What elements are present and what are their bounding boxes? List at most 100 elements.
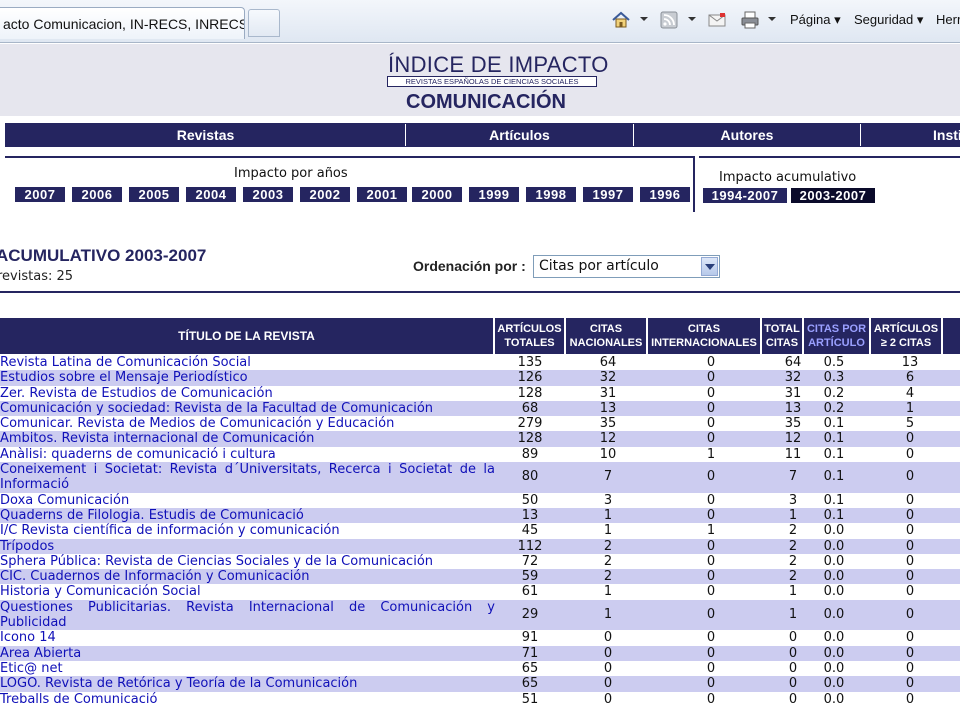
cell-a2: 1 [905, 400, 915, 416]
table-row: Estudios sobre el Mensaje Periodístico 12… [0, 370, 960, 386]
journal-title-link[interactable]: Anàlisi: quaderns de comunicació i cultu… [0, 447, 495, 462]
home-dropdown-icon[interactable] [640, 17, 648, 21]
security-menu[interactable]: Seguridad ▾ [854, 12, 923, 28]
year-2003-button[interactable]: 2003 [243, 187, 293, 202]
cell-cpa: 0.0 [823, 630, 845, 646]
year-2005-button[interactable]: 2005 [129, 187, 179, 202]
cell-a2: 13 [901, 355, 919, 370]
cell-a2: 0 [905, 606, 915, 622]
cell-a2: 0 [905, 569, 915, 585]
col-citas-internacionales[interactable]: Citas internacionales [648, 318, 762, 354]
nav-autores[interactable]: Autores [634, 124, 861, 146]
journal-title-link[interactable]: Trípodos [0, 539, 495, 554]
journal-title-link[interactable]: Area Abierta [0, 646, 495, 661]
chevron-down-icon[interactable] [701, 257, 718, 276]
cell-nac: 7 [603, 469, 613, 485]
acum-2003-2007-button[interactable]: 2003-2007 [791, 188, 875, 203]
journal-title-link[interactable]: Quaderns de Filologia. Estudis de Comuni… [0, 508, 495, 523]
journal-title-link[interactable]: Historia y Comunicación Social [0, 584, 495, 599]
journal-title-link[interactable]: LOGO. Revista de Retórica y Teoría de la… [0, 676, 495, 691]
cell-nac: 12 [599, 431, 617, 447]
cell-nac: 0 [603, 630, 613, 646]
cell-cpa: 0.0 [823, 523, 845, 539]
cell-nac: 32 [599, 370, 617, 386]
year-2002-button[interactable]: 2002 [300, 187, 350, 202]
tools-menu[interactable]: Herr [936, 12, 960, 27]
cell-int: 0 [706, 606, 716, 622]
table-row: Zer. Revista de Estudios de Comunicación… [0, 385, 960, 401]
journal-title-link[interactable]: I/C Revista científica de información y … [0, 523, 495, 538]
journal-title-link[interactable]: Comunicar. Revista de Medios de Comunica… [0, 416, 495, 431]
cell-nac: 13 [599, 400, 617, 416]
journal-title-link[interactable]: Questiones Publicitarias. Revista Intern… [0, 600, 495, 631]
cell-nac: 1 [603, 523, 613, 539]
year-2000-button[interactable]: 2000 [412, 187, 462, 202]
year-2006-button[interactable]: 2006 [72, 187, 122, 202]
table-row: Comunicación y sociedad: Revista de la F… [0, 400, 960, 417]
col-title[interactable]: Título de la revista [0, 318, 495, 354]
cell-int: 0 [706, 676, 716, 692]
year-2007-button[interactable]: 2007 [15, 187, 65, 202]
page-menu[interactable]: Página ▾ [790, 12, 841, 28]
nav-revistas[interactable]: Revistas [6, 124, 406, 146]
journal-title-link[interactable]: Icono 14 [0, 630, 495, 645]
cell-art: 80 [521, 469, 539, 485]
col-articulos-2-citas[interactable]: Artículos ≥ 2 citas [871, 318, 943, 354]
acum-label: Impacto acumulativo [719, 170, 857, 185]
new-tab-button[interactable] [248, 9, 280, 37]
cell-nac: 2 [603, 553, 613, 569]
feeds-dropdown-icon[interactable] [688, 17, 696, 21]
journal-title-link[interactable]: Zer. Revista de Estudios de Comunicación [0, 386, 495, 401]
sort-select[interactable]: Citas por artículo [533, 255, 720, 278]
journal-title-link[interactable]: Coneixement i Societat: Revista d´Univer… [0, 462, 495, 493]
cell-a2: 0 [905, 538, 915, 554]
journal-title-link[interactable]: Treballs de Comunicació [0, 692, 495, 707]
acum-1994-2007-button[interactable]: 1994-2007 [703, 188, 787, 203]
col-articulos-totales[interactable]: Artículos totales [495, 318, 566, 354]
cell-nac: 1 [603, 507, 613, 523]
year-1997-button[interactable]: 1997 [583, 187, 633, 202]
cell-art: 61 [521, 584, 539, 600]
table-row: I/C Revista científica de información y … [0, 523, 960, 539]
sort-select-value: Citas por artículo [539, 258, 659, 274]
journal-title-link[interactable]: Revista Latina de Comunicación Social [0, 355, 495, 370]
year-2001-button[interactable]: 2001 [357, 187, 407, 202]
year-1998-button[interactable]: 1998 [526, 187, 576, 202]
journal-title-link[interactable]: Estudios sobre el Mensaje Periodístico [0, 370, 495, 385]
col-total-citas[interactable]: Total citas [762, 318, 804, 354]
year-2004-button[interactable]: 2004 [186, 187, 236, 202]
print-dropdown-icon[interactable] [768, 17, 776, 21]
year-1999-button[interactable]: 1999 [469, 187, 519, 202]
cell-cpa: 0.0 [823, 606, 845, 622]
journal-title-link[interactable]: Comunicación y sociedad: Revista de la F… [0, 401, 495, 416]
journal-title-link[interactable]: Etic@ net [0, 661, 495, 676]
year-1996-button[interactable]: 1996 [640, 187, 690, 202]
print-icon[interactable] [740, 10, 760, 30]
nav-instituciones[interactable]: Insti [861, 124, 960, 146]
col-citas-por-articulo[interactable]: Citas por artículo [804, 318, 871, 354]
cell-nac: 64 [599, 355, 617, 370]
cell-int: 0 [706, 645, 716, 661]
home-icon[interactable] [611, 10, 631, 30]
cell-art: 68 [521, 400, 539, 416]
journal-title-link[interactable]: Sphera Pública: Revista de Ciencias Soci… [0, 554, 495, 569]
table-row: Etic@ net 65 0 0 0 0.0 0 [0, 660, 960, 677]
journal-title-link[interactable]: CIC. Cuadernos de Información y Comunica… [0, 569, 495, 584]
sort-label: Ordenación por : [413, 258, 526, 274]
nav-articulos[interactable]: Artículos [406, 124, 634, 146]
browser-tab-active[interactable]: acto Comunicacion, IN-RECS, INRECS [0, 7, 245, 39]
cell-cpa: 0.0 [823, 569, 845, 585]
mail-icon[interactable] [707, 10, 727, 30]
journals-table: Revista Latina de Comunicación Social 135… [0, 355, 960, 707]
cell-nac: 0 [603, 676, 613, 692]
journal-title-link[interactable]: Ambitos. Revista internacional de Comuni… [0, 431, 495, 446]
table-row: CIC. Cuadernos de Información y Comunica… [0, 569, 960, 585]
col-citas-nacionales[interactable]: Citas nacionales [566, 318, 648, 354]
cell-nac: 1 [603, 584, 613, 600]
main-nav: Revistas Artículos Autores Insti [5, 123, 960, 147]
journal-title-link[interactable]: Doxa Comunicación [0, 493, 495, 508]
cell-a2: 0 [905, 507, 915, 523]
feeds-icon[interactable] [659, 10, 679, 30]
section-title: ACUMULATIVO 2003-2007 [0, 246, 207, 265]
cell-cpa: 0.2 [823, 385, 845, 401]
